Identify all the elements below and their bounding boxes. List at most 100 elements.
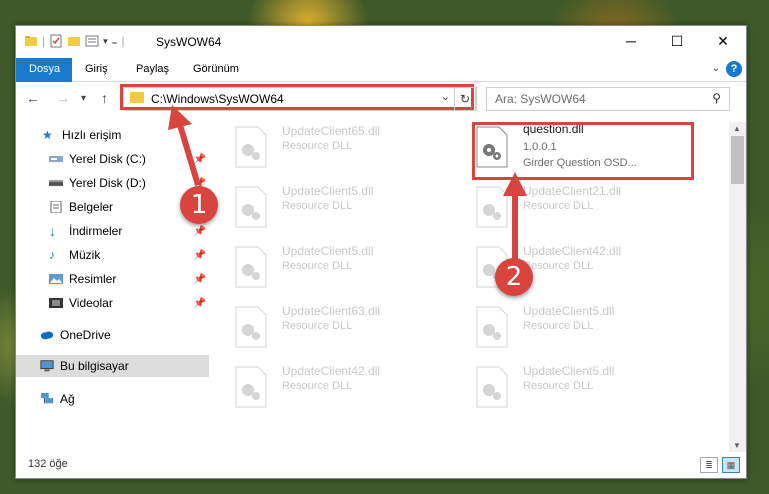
downloads-icon: ↓ [49,223,56,239]
scroll-up-icon[interactable]: ▲ [733,124,741,133]
separator: | [121,34,125,48]
scrollbar-thumb[interactable] [731,136,744,184]
dll-file-icon [476,186,508,228]
file-type: Resource DLL [523,380,594,392]
file-item[interactable]: UpdateClient5.dll Resource DLL [234,182,454,234]
close-button[interactable]: ✕ [700,26,746,56]
pin-icon[interactable]: 📌 [194,298,206,309]
sidebar-item-label: Videolar [69,296,113,310]
folder-icon [25,36,37,46]
maximize-button[interactable]: ☐ [654,26,700,56]
properties-icon[interactable] [49,34,63,48]
sidebar-item-network[interactable]: Ağ [16,388,209,410]
sidebar-item-label: Ağ [60,392,75,406]
sidebar-item-quick-access[interactable]: ★ Hızlı erişim [16,124,209,146]
tab-view[interactable]: Görünüm [180,58,252,81]
dll-file-icon [235,246,267,288]
drive-icon [49,180,63,186]
file-type: Resource DLL [282,320,353,332]
search-input[interactable]: Ara: SysWOW64 ⚲ [486,87,730,111]
pin-icon[interactable]: 📌 [194,274,206,285]
window-title: SysWOW64 [156,35,222,49]
file-name: UpdateClient5.dll [282,244,374,258]
separator: | [42,34,46,48]
file-name: UpdateClient5.dll [523,364,615,378]
pin-icon[interactable]: 📌 [194,154,206,165]
file-type: Resource DLL [523,260,594,272]
navigation-bar: ← → ▾ ↑ C:\Windows\SysWOW64 ⌄ ↻ Ara: Sys… [16,82,746,116]
sidebar-item-label: Resimler [69,272,117,286]
documents-icon [50,201,62,213]
star-icon: ★ [42,128,53,142]
dll-file-icon [235,306,267,348]
customize-icon[interactable] [85,34,99,48]
refresh-button[interactable]: ↻ [454,87,476,111]
search-placeholder: Ara: SysWOW64 [495,92,586,106]
scroll-down-icon[interactable]: ▼ [733,441,741,450]
forward-button[interactable]: → [56,90,70,106]
dll-file-icon [235,366,267,408]
sidebar-item-label: Belgeler [69,200,114,214]
videos-icon [49,298,63,308]
dll-file-icon [235,126,267,168]
quick-access-toolbar: | ▾ ₌ | [24,34,125,48]
pin-icon[interactable]: 📌 [194,226,206,237]
file-item[interactable]: UpdateClient5.dll Resource DLL [475,302,695,354]
sidebar-item-label: OneDrive [60,328,111,342]
file-name: UpdateClient21.dll [523,184,622,198]
ribbon-tabs: Dosya Giriş Paylaş Görünüm ⌄ ? [16,58,746,110]
sidebar-item-label: Yerel Disk (D:) [69,176,146,190]
sidebar-item-local-disk-d[interactable]: Yerel Disk (D:) 📌 [16,172,209,194]
address-highlight-box [120,84,474,110]
tab-share[interactable]: Paylaş [123,58,182,81]
sidebar-item-this-pc[interactable]: Bu bilgisayar [16,355,209,377]
recent-locations-button[interactable]: ▾ [81,93,86,104]
file-item[interactable]: UpdateClient5.dll Resource DLL [234,242,454,294]
back-button[interactable]: ← [26,90,40,106]
tiles-view-icon[interactable]: ▦ [722,457,740,473]
dll-file-icon [476,366,508,408]
file-name: UpdateClient5.dll [523,304,615,318]
qat-dropdown-icon[interactable]: ▾ [103,36,108,47]
sidebar-item-downloads[interactable]: ↓ İndirmeler 📌 [16,220,209,242]
sidebar-item-videos[interactable]: Videolar 📌 [16,292,209,314]
file-item[interactable]: UpdateClient21.dll Resource DLL [475,182,695,234]
file-explorer-window: | ▾ ₌ | SysWOW64 ─ ☐ ✕ Dosya Giriş Payla… [15,25,747,479]
sidebar-item-pictures[interactable]: Resimler 📌 [16,268,209,290]
callout-1: 1 [180,186,218,224]
navigation-pane: ★ Hızlı erişim Yerel Disk (C:) 📌 Yerel D… [16,122,209,452]
sidebar-item-label: Müzik [69,248,101,262]
up-button[interactable]: ↑ [101,90,108,106]
file-item[interactable]: UpdateClient63.dll Resource DLL [234,302,454,354]
file-type: Resource DLL [523,200,594,212]
new-folder-icon[interactable] [67,34,81,48]
qat-more-icon[interactable]: ₌ [112,35,118,48]
vertical-scrollbar[interactable]: ▲ ▼ [729,122,746,452]
view-toggle: ≣ ▦ [700,457,740,473]
sidebar-item-onedrive[interactable]: OneDrive [16,324,209,346]
network-icon [41,393,53,404]
music-icon: ♪ [49,248,55,262]
search-icon: ⚲ [712,91,721,105]
file-item[interactable]: UpdateClient65.dll Resource DLL [234,122,454,174]
sidebar-item-label: Hızlı erişim [62,128,122,142]
file-name: UpdateClient5.dll [282,184,374,198]
file-item[interactable]: UpdateClient42.dll Resource DLL [234,362,454,414]
dll-file-icon [235,186,267,228]
file-name: UpdateClient65.dll [282,124,381,138]
help-button[interactable]: ? [726,61,742,77]
sidebar-item-label: İndirmeler [69,224,123,238]
minimize-button[interactable]: ─ [608,26,654,56]
file-item[interactable]: UpdateClient5.dll Resource DLL [475,362,695,414]
pin-icon[interactable]: 📌 [194,250,206,261]
file-name: UpdateClient42.dll [523,244,622,258]
details-view-icon[interactable]: ≣ [700,457,718,473]
sidebar-item-music[interactable]: ♪ Müzik 📌 [16,244,209,266]
sidebar-item-local-disk-c[interactable]: Yerel Disk (C:) 📌 [16,148,209,170]
file-name: UpdateClient42.dll [282,364,381,378]
item-count: 132 öğe [28,458,68,470]
file-highlight-box [472,122,694,180]
tab-home[interactable]: Giriş [72,58,121,81]
expand-ribbon-icon[interactable]: ⌄ [712,63,720,74]
file-type: Resource DLL [523,320,594,332]
